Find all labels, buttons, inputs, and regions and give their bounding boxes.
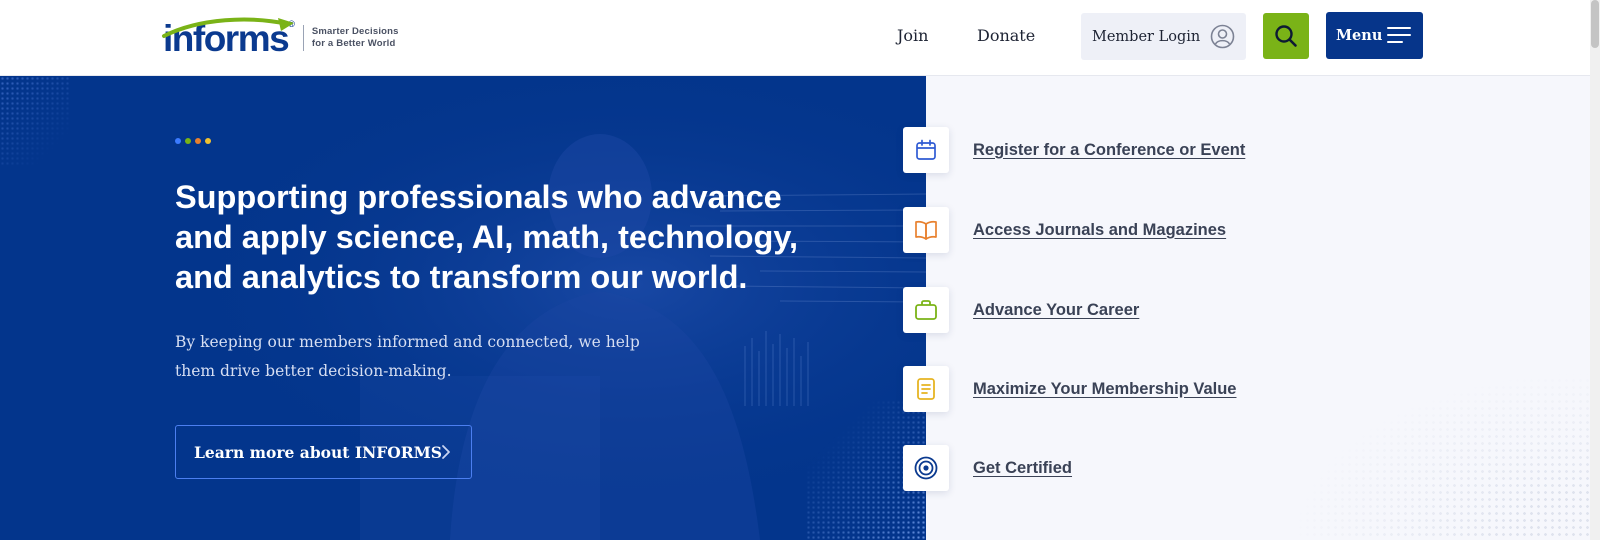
quick-link-register-event[interactable]: Register for a Conference or Event — [903, 127, 1323, 173]
target-icon — [903, 445, 949, 491]
accent-dot — [185, 138, 191, 144]
logo-wordmark: informs® — [162, 17, 295, 57]
member-login-button[interactable]: Member Login — [1081, 13, 1246, 60]
page-scrollbar[interactable] — [1590, 0, 1600, 540]
logo-divider — [302, 25, 304, 51]
decorative-dot-pattern — [0, 76, 70, 166]
book-open-icon — [903, 207, 949, 253]
accent-dots — [175, 138, 211, 144]
quick-link-label: Advance Your Career — [973, 300, 1140, 319]
quick-link-membership[interactable]: Maximize Your Membership Value — [903, 366, 1323, 412]
quick-link-label: Maximize Your Membership Value — [973, 379, 1237, 398]
quick-link-journals[interactable]: Access Journals and Magazines — [903, 207, 1323, 253]
menu-label: Menu — [1336, 27, 1383, 44]
briefcase-icon — [903, 287, 949, 333]
learn-more-button[interactable]: Learn more about INFORMS — [175, 425, 472, 479]
accent-dot — [205, 138, 211, 144]
learn-more-label: Learn more about INFORMS — [194, 442, 442, 462]
search-button[interactable] — [1263, 13, 1309, 59]
informs-logo[interactable]: informs® Smarter Decisions for a Better … — [162, 17, 399, 58]
accent-dot — [175, 138, 181, 144]
search-icon — [1275, 25, 1297, 47]
hero-subtitle: By keeping our members informed and conn… — [175, 333, 640, 380]
nav-donate-link[interactable]: Donate — [977, 26, 1035, 45]
logo-tagline: Smarter Decisions for a Better World — [311, 26, 399, 49]
accent-dot — [195, 138, 201, 144]
calendar-icon — [903, 127, 949, 173]
quick-link-career[interactable]: Advance Your Career — [903, 287, 1323, 333]
quick-link-label: Register for a Conference or Event — [973, 140, 1246, 159]
hero-title: Supporting professionals who advance and… — [175, 179, 799, 295]
quick-link-certified[interactable]: Get Certified — [903, 445, 1323, 491]
nav-join-link[interactable]: Join — [897, 26, 928, 45]
site-header: informs® Smarter Decisions for a Better … — [0, 0, 1590, 76]
scrollbar-thumb[interactable] — [1591, 0, 1599, 48]
quick-link-label: Get Certified — [973, 458, 1073, 477]
hero-section: Supporting professionals who advance and… — [0, 76, 926, 540]
user-circle-icon — [1210, 24, 1235, 49]
menu-button[interactable]: Menu — [1326, 12, 1423, 59]
chevron-right-icon — [442, 445, 450, 459]
logo-swoosh-icon — [162, 17, 294, 38]
quick-link-label: Access Journals and Magazines — [973, 220, 1227, 239]
member-login-label: Member Login — [1092, 28, 1201, 45]
hamburger-icon — [1387, 27, 1411, 43]
decorative-dot-pattern — [1290, 370, 1590, 540]
document-icon — [903, 366, 949, 412]
